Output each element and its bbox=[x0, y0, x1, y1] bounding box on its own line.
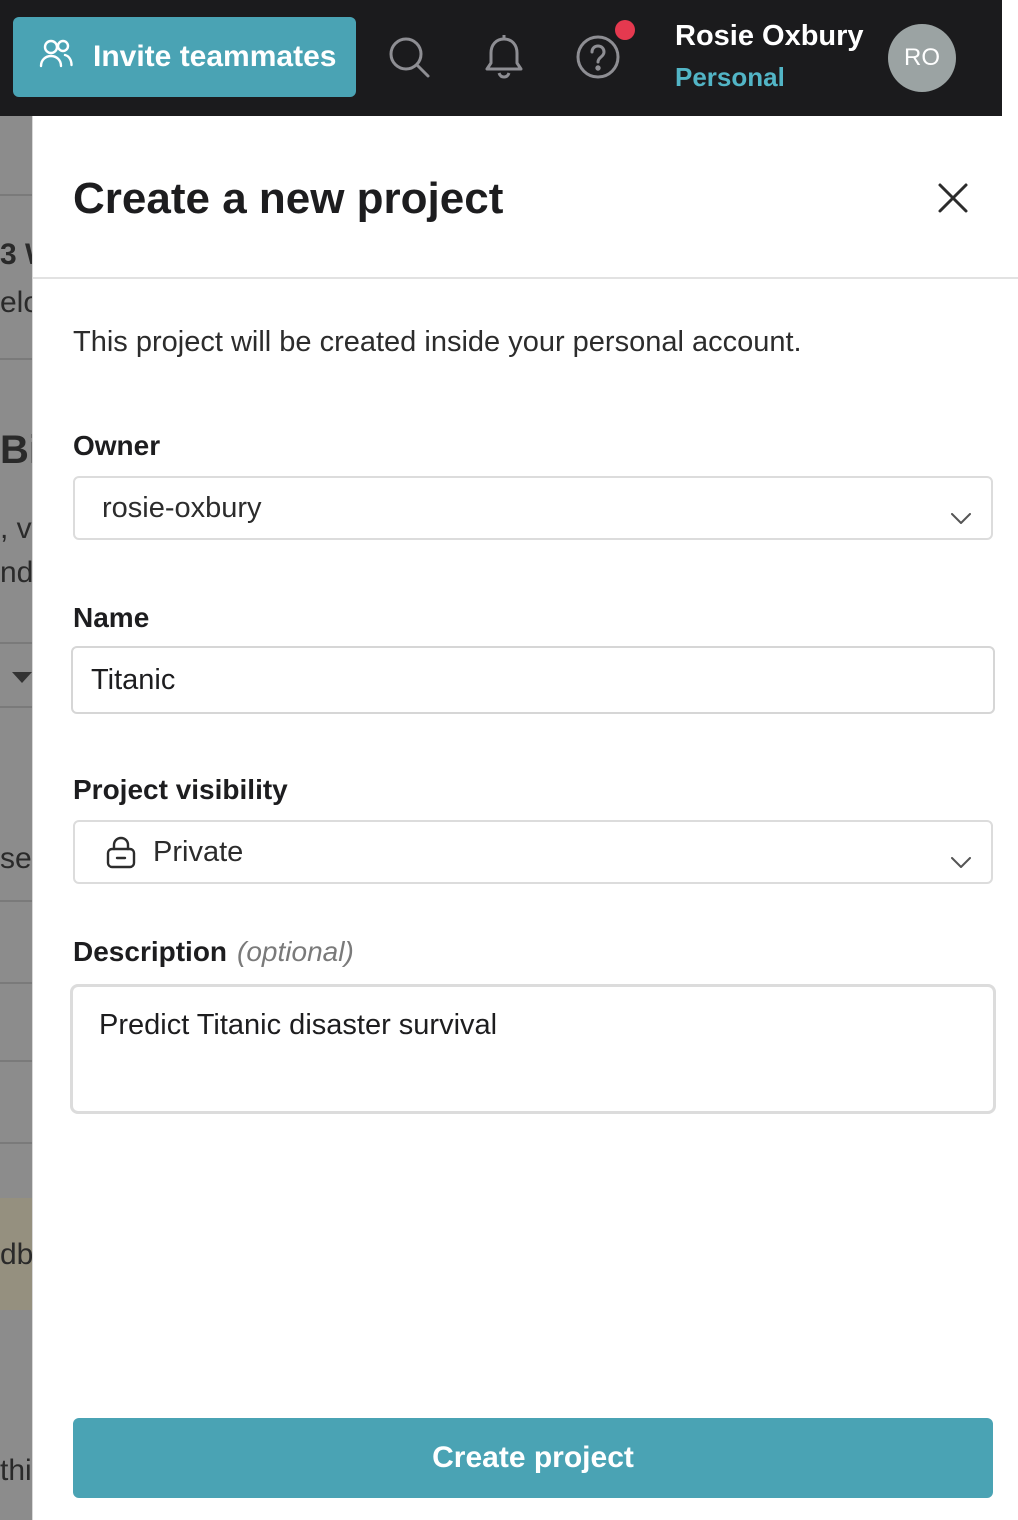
divider bbox=[0, 1142, 32, 1144]
name-input[interactable] bbox=[71, 646, 995, 714]
description-label: Description (optional) bbox=[73, 936, 354, 968]
background-text: Bi bbox=[0, 428, 32, 472]
owner-select[interactable]: rosie-oxbury bbox=[73, 476, 993, 540]
owner-label: Owner bbox=[73, 430, 161, 461]
create-project-button[interactable]: Create project bbox=[73, 1418, 993, 1498]
background-page-overlay[interactable]: 3 W elo Bi , vi nd se db7 thi bbox=[0, 116, 32, 1520]
visibility-label: Project visibility bbox=[73, 774, 288, 805]
bell-icon[interactable] bbox=[481, 34, 527, 80]
users-icon bbox=[39, 38, 93, 76]
background-text: , vi bbox=[0, 512, 32, 545]
notification-dot bbox=[615, 20, 635, 40]
divider bbox=[0, 982, 32, 984]
top-navigation-bar: Invite teammates Rosie Oxbury Personal R… bbox=[0, 0, 1002, 116]
help-icon[interactable] bbox=[575, 34, 621, 80]
chevron-down-icon bbox=[951, 500, 971, 533]
background-text: nd bbox=[0, 556, 32, 589]
description-textarea[interactable]: Predict Titanic disaster survival bbox=[70, 984, 996, 1114]
name-label: Name bbox=[73, 602, 150, 633]
background-text: thi bbox=[0, 1454, 32, 1487]
visibility-select[interactable]: Private bbox=[73, 820, 993, 884]
search-icon[interactable] bbox=[386, 34, 432, 80]
divider bbox=[0, 642, 32, 644]
chevron-down-icon bbox=[951, 844, 971, 877]
divider bbox=[0, 900, 32, 902]
owner-value: rosie-oxbury bbox=[102, 491, 262, 524]
background-text: se bbox=[0, 842, 32, 875]
divider bbox=[0, 706, 32, 708]
caret-down-icon bbox=[12, 672, 32, 683]
panel-header-divider bbox=[33, 277, 1018, 279]
invite-teammates-label: Invite teammates bbox=[93, 40, 337, 73]
user-context[interactable]: Personal bbox=[675, 62, 785, 93]
invite-teammates-button[interactable]: Invite teammates bbox=[13, 17, 356, 97]
divider bbox=[0, 358, 32, 360]
divider bbox=[0, 1060, 32, 1062]
create-project-panel: Create a new project This project will b… bbox=[32, 116, 1018, 1520]
visibility-value: Private bbox=[153, 835, 244, 868]
panel-title: Create a new project bbox=[73, 174, 504, 223]
background-text: 3 W bbox=[0, 238, 32, 271]
description-label-text: Description bbox=[73, 936, 228, 967]
intro-text: This project will be created inside your… bbox=[73, 326, 802, 358]
background-text: elo bbox=[0, 286, 32, 319]
divider bbox=[0, 194, 32, 196]
lock-icon bbox=[105, 835, 137, 869]
close-icon[interactable] bbox=[931, 176, 975, 220]
avatar[interactable]: RO bbox=[888, 24, 956, 92]
user-name[interactable]: Rosie Oxbury bbox=[675, 20, 864, 53]
topbar-edge bbox=[1002, 0, 1018, 116]
optional-hint: (optional) bbox=[237, 936, 354, 967]
background-text: db7 bbox=[0, 1238, 32, 1271]
